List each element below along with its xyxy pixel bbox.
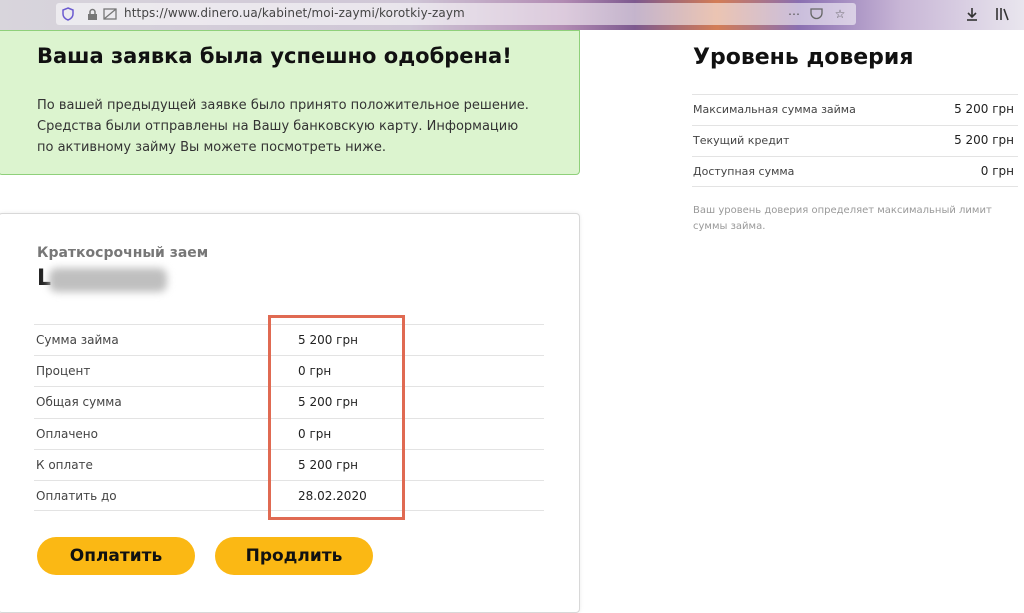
loan-type: Краткосрочный заем (37, 245, 209, 261)
row-label: Процент (36, 364, 91, 379)
bookmark-star-icon[interactable]: ☆ (832, 6, 848, 22)
row-label: Максимальная сумма займа (693, 103, 856, 116)
success-text: По вашей предыдущей заявке было принято … (37, 98, 529, 155)
extend-button[interactable]: Продлить (215, 537, 373, 575)
table-row: Максимальная сумма займа 5 200 грн (692, 94, 1018, 125)
trust-table: Максимальная сумма займа 5 200 грн Текущ… (692, 94, 1018, 187)
library-icon[interactable] (994, 6, 1010, 22)
row-label: Оплачено (36, 426, 98, 441)
url-text: https://www.dinero.ua/kabinet/moi-zaymi/… (124, 6, 465, 20)
row-label: Доступная сумма (693, 165, 795, 178)
table-row: Текущий кредит 5 200 грн (692, 125, 1018, 156)
row-value: 5 200 грн (954, 133, 1014, 147)
table-row: Доступная сумма 0 грн (692, 156, 1018, 187)
success-title: Ваша заявка была успешно одобрена! (37, 44, 512, 68)
shield-icon[interactable] (60, 6, 76, 22)
download-icon[interactable] (964, 6, 980, 22)
row-label: Общая сумма (36, 395, 122, 410)
loan-number-redacted (49, 268, 167, 292)
row-value: 5 200 грн (954, 102, 1014, 116)
lock-icon[interactable] (84, 6, 100, 22)
browser-toolbar: https://www.dinero.ua/kabinet/moi-zaymi/… (0, 0, 1024, 30)
loan-number: L (37, 266, 167, 294)
highlight-annotation (268, 315, 405, 520)
row-label: Сумма займа (36, 333, 119, 347)
pay-button[interactable]: Оплатить (37, 537, 195, 575)
row-label: Оплатить до (36, 488, 117, 503)
permissions-icon[interactable] (102, 6, 118, 22)
more-icon[interactable]: ⋯ (786, 6, 802, 22)
trust-note: Ваш уровень доверия определяет максималь… (693, 205, 992, 232)
trust-title: Уровень доверия (693, 45, 914, 70)
row-label: К оплате (36, 457, 93, 472)
pocket-icon[interactable] (808, 6, 824, 22)
row-value: 0 грн (980, 164, 1014, 178)
row-label: Текущий кредит (693, 134, 790, 147)
